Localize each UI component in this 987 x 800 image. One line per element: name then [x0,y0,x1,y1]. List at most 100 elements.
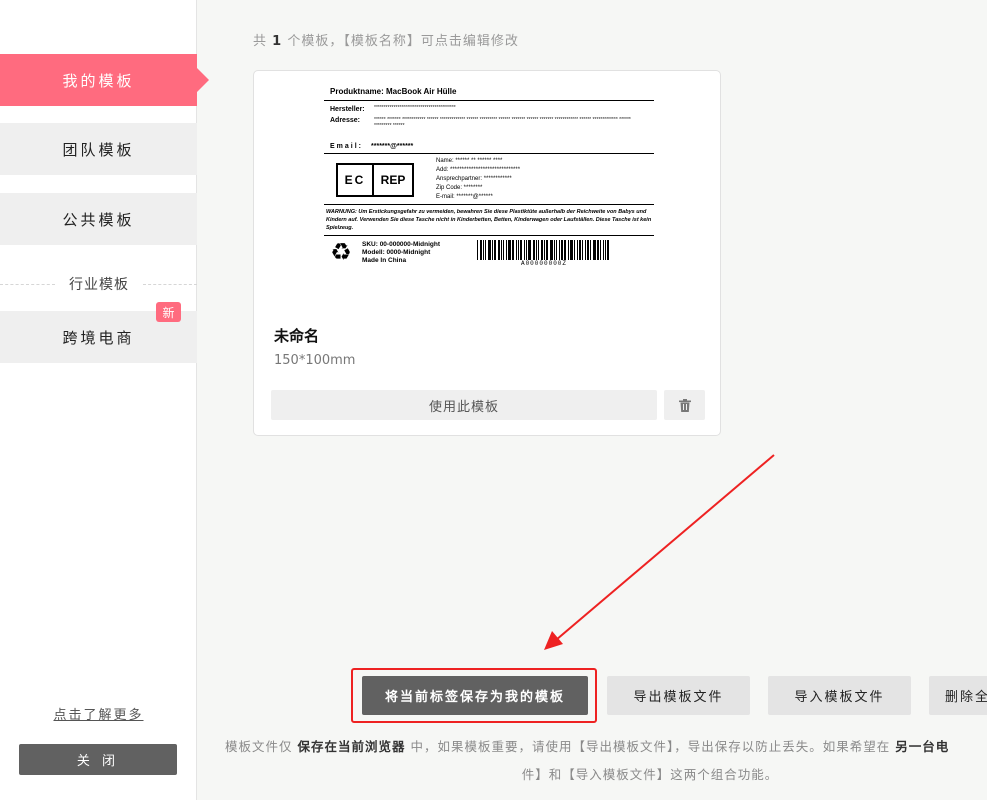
summary-prefix: 共 [253,34,268,49]
preview-divider [324,100,654,101]
sku-line: SKU: 00-000000-Midnight [362,241,441,248]
note-emphasis: 保存在当前浏览器 [297,739,406,754]
preview-footer: ♻ SKU: 00-000000-Midnight Modell: 0000-M… [324,239,654,267]
adresse-label: Adresse: [330,117,360,124]
barcode-bar [518,239,519,260]
barcode-bar [593,239,596,260]
rep-text: REP [380,173,406,187]
barcode-bar [492,239,493,260]
storage-note-line1: 模板文件仅 保存在当前浏览器 中，如果模板重要，请使用【导出模板文件】，导出保存… [225,736,987,755]
barcode-bar [579,239,581,260]
barcode-bar [520,239,522,260]
barcode-bars [477,239,611,260]
close-button[interactable]: 关 闭 [19,744,177,775]
barcode-bar [526,239,527,260]
barcode-bar [508,239,511,260]
delete-all-button[interactable]: 删除全 [929,676,987,715]
save-as-my-template-button[interactable]: 将当前标签保存为我的模板 [362,676,588,715]
barcode-bar [512,239,514,260]
barcode-bar [498,239,500,260]
note-text: 模板文件仅 [225,739,293,754]
preview-divider [324,204,654,205]
rep-line: Add: ****************************** [436,167,521,173]
rep-line: Name: ****** ** ****** **** [436,158,503,164]
sidebar-item-label: 跨境电商 [62,328,135,347]
barcode-bar [587,239,589,260]
rep-line: Ansprechpartner: ************ [436,176,512,182]
barcode-bar [550,239,553,260]
template-size: 150*100mm [274,353,356,368]
adresse-value: ****** ******* ************ ****** *****… [374,117,631,129]
barcode-bar [556,239,557,260]
preview-warning: WARNUNG: Um Erstickungsgefahr zu vermeid… [326,209,652,231]
barcode-bar [516,239,517,260]
barcode-bar [544,239,545,260]
barcode-bar [477,239,478,260]
barcode-bar [533,239,535,260]
sidebar-item-my-templates[interactable]: 我的模板 [0,54,197,106]
preview-divider [324,153,654,154]
recycle-icon: ♻ [330,239,352,266]
barcode-bar [488,239,491,260]
storage-note-line2: 件】和【导入模板文件】这两个组合功能。 [521,767,779,782]
barcode-bar [541,239,543,260]
template-name[interactable]: 未命名 [274,325,319,346]
label-preview[interactable]: Produktname: MacBook Air Hülle Herstelle… [324,85,654,267]
rep-details: Name: ****** ** ****** **** Add: *******… [436,157,520,202]
barcode-bar [577,239,578,260]
preview-divider [324,235,654,236]
barcode-bar [546,239,548,260]
section-title-industry: 行业模板 [55,274,143,294]
barcode-bar [483,239,484,260]
ec-rep-symbol: EC REP [336,163,414,197]
barcode-bar [538,239,539,260]
new-badge: 新 [156,302,181,322]
template-count: 1 [272,34,283,49]
barcode-text: A00000000Z [520,259,567,267]
barcode-bar [600,239,601,260]
barcode-bar [536,239,537,260]
barcode-bar [501,239,502,260]
hersteller-value: ****************************************… [374,105,456,111]
note-text: 中，如果模板重要，请使用【导出模板文件】，导出保存以防止丢失。如果希望在 [410,739,891,754]
note-emphasis: 另一台电 [895,739,950,754]
sku-line: Modell: 0000-Midnight [362,249,431,256]
sidebar-item-public-templates[interactable]: 公共模板 [0,193,197,245]
sidebar-item-label: 团队模板 [62,140,135,159]
delete-template-button[interactable] [664,390,705,420]
barcode: A00000000Z [477,239,611,267]
barcode-bar [503,239,504,260]
sidebar: 我的模板 团队模板 公共模板 行业模板 跨境电商 新 点击了解更多 关 闭 [0,0,197,800]
export-template-button[interactable]: 导出模板文件 [607,676,750,715]
section-divider [143,284,197,285]
barcode-bar [568,239,569,260]
barcode-bar [603,239,604,260]
preview-product-name: Produktname: MacBook Air Hülle [330,87,457,96]
barcode-bar [564,239,566,260]
import-template-button[interactable]: 导入模板文件 [768,676,911,715]
use-template-button[interactable]: 使用此模板 [271,390,657,420]
barcode-bar [570,239,573,260]
barcode-bar [559,239,560,260]
barcode-bar [480,239,482,260]
barcode-bar [574,239,575,260]
barcode-bar [597,239,599,260]
barcode-bar [590,239,591,260]
barcode-bar [582,239,583,260]
sku-block: SKU: 00-000000-Midnight Modell: 0000-Mid… [362,241,467,265]
learn-more-link[interactable]: 点击了解更多 [0,704,197,723]
barcode-bar [494,239,496,260]
barcode-bar [506,239,507,260]
sidebar-item-team-templates[interactable]: 团队模板 [0,123,197,175]
ec-text: EC [338,165,374,195]
preview-manufacturer-labels: Hersteller: Adresse: [324,104,374,129]
barcode-bar [585,239,586,260]
sku-line: Made In China [362,257,407,264]
preview-email: Email: *******@****** [324,143,654,150]
preview-manufacturer: Hersteller: Adresse: *******************… [324,104,654,129]
hersteller-label: Hersteller: [330,106,365,113]
barcode-bar [607,239,609,260]
barcode-bar [528,239,531,260]
active-indicator-arrow [197,68,209,92]
trash-icon [678,398,691,412]
